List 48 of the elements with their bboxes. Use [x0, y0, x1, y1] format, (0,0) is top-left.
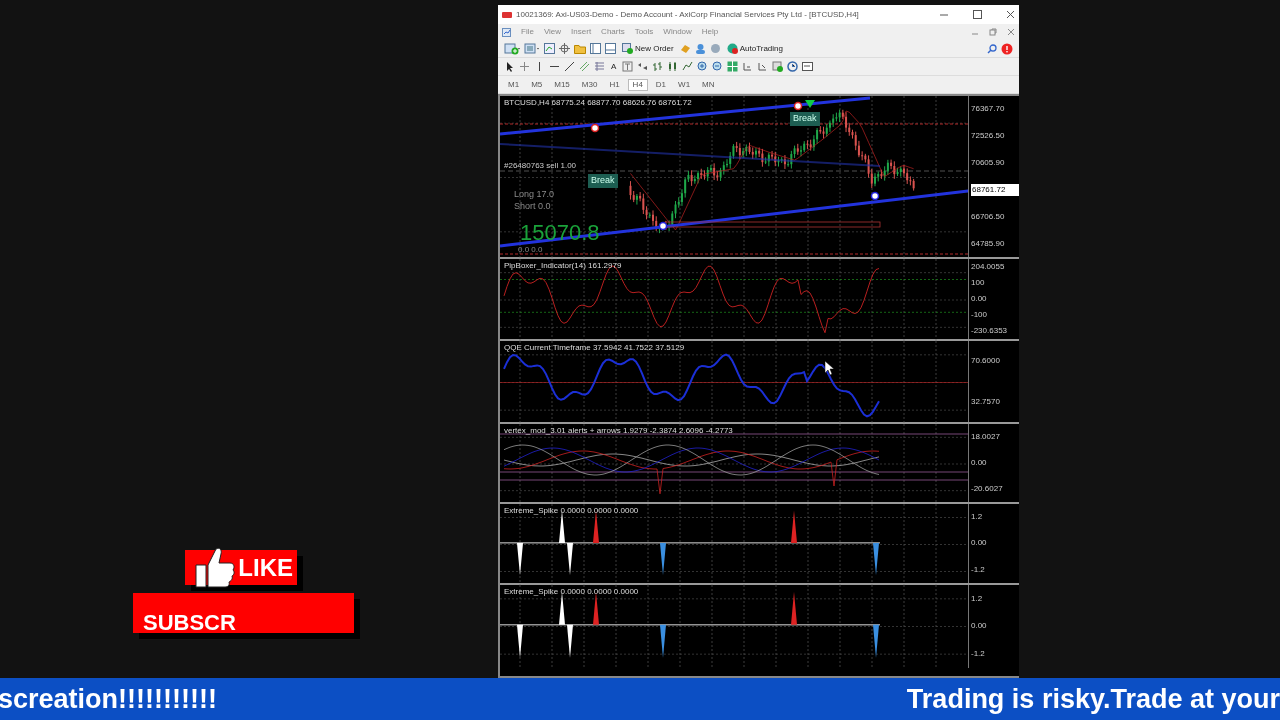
- axis-label: -230.6353: [971, 325, 1009, 337]
- current-price-label: 68761.72: [971, 183, 1019, 196]
- timeframe-tab[interactable]: M15: [550, 79, 574, 90]
- text-tool-button[interactable]: A: [609, 60, 619, 73]
- chart-header: BTCUSD,H4 68775.24 68877.70 68626.76 68761.72: [504, 97, 692, 109]
- timeframe-tab[interactable]: H4: [627, 78, 648, 91]
- axis-label: 32.7570: [971, 395, 1001, 408]
- axis-label: 1.2: [971, 511, 984, 524]
- short-label: Short 0.0: [514, 200, 551, 213]
- new-order-button[interactable]: New Order: [620, 42, 676, 55]
- indicator-title: Extreme_Spike 0.0000 0.0000 0.0000: [504, 505, 639, 517]
- ticker-text: Trading is risky.Trade at your: [906, 682, 1280, 716]
- window-title: 10021369: Axi-US03-Demo - Demo Account - AxiCorp Financial Services Pty Ltd - [BTCUSD,H4]: [516, 8, 860, 21]
- indicator-title: vertex_mod_3.01 alerts + arrows 1.9279 -2.3874 2.6096 -4.2773: [504, 425, 733, 437]
- axis-label: 1.2: [971, 592, 984, 605]
- axis-label: 76367.70: [971, 103, 1006, 116]
- axis-label: -1.2: [971, 563, 986, 576]
- bottom-values: 0.0 0.0: [518, 244, 543, 256]
- timeframe-tab[interactable]: MN: [698, 79, 719, 90]
- axis-label: 204.0055: [971, 261, 1006, 273]
- axis-label: 70.6000: [971, 355, 1001, 368]
- auto-trading-button[interactable]: AutoTrading: [724, 42, 785, 55]
- timeframe-tab[interactable]: M30: [577, 79, 602, 90]
- timeframe-tab[interactable]: M1: [504, 79, 524, 90]
- indicator-title: PipBoxer_Indicator(14) 161.2979: [504, 260, 622, 272]
- axis-label: 18.0027: [971, 431, 1001, 443]
- break-label: Break: [588, 174, 618, 188]
- axis-label: 70605.90: [971, 157, 1006, 170]
- order-label: #26480763 sell 1.00: [504, 160, 577, 172]
- axis-label: -1.2: [971, 648, 986, 661]
- axis-label: 0.00: [971, 293, 988, 305]
- timeframe-tab[interactable]: W1: [674, 79, 695, 90]
- break-label: Break: [790, 112, 820, 126]
- axis-label: 64785.90: [971, 237, 1006, 250]
- axis-label: -100: [971, 309, 988, 321]
- timeframe-tab[interactable]: D1: [651, 79, 671, 90]
- timeframe-tab[interactable]: M5: [527, 79, 547, 90]
- axis-label: -20.6027: [971, 483, 1004, 495]
- axis-label: 66706.50: [971, 210, 1006, 223]
- indicator-title: QQE Current Timeframe 37.5942 41.7522 37.5129: [504, 342, 685, 354]
- indicator-title: Extreme_Spike 0.0000 0.0000 0.0000: [504, 586, 639, 598]
- timeframe-tab[interactable]: H1: [605, 79, 624, 90]
- axis-label: 0.00: [971, 620, 988, 633]
- axis-label: 100: [971, 277, 986, 289]
- axis-label: 0.00: [971, 537, 988, 550]
- axis-label: 72526.50: [971, 130, 1006, 143]
- long-label: Long 17.0: [514, 188, 555, 201]
- axis-label: 0.00: [971, 457, 988, 469]
